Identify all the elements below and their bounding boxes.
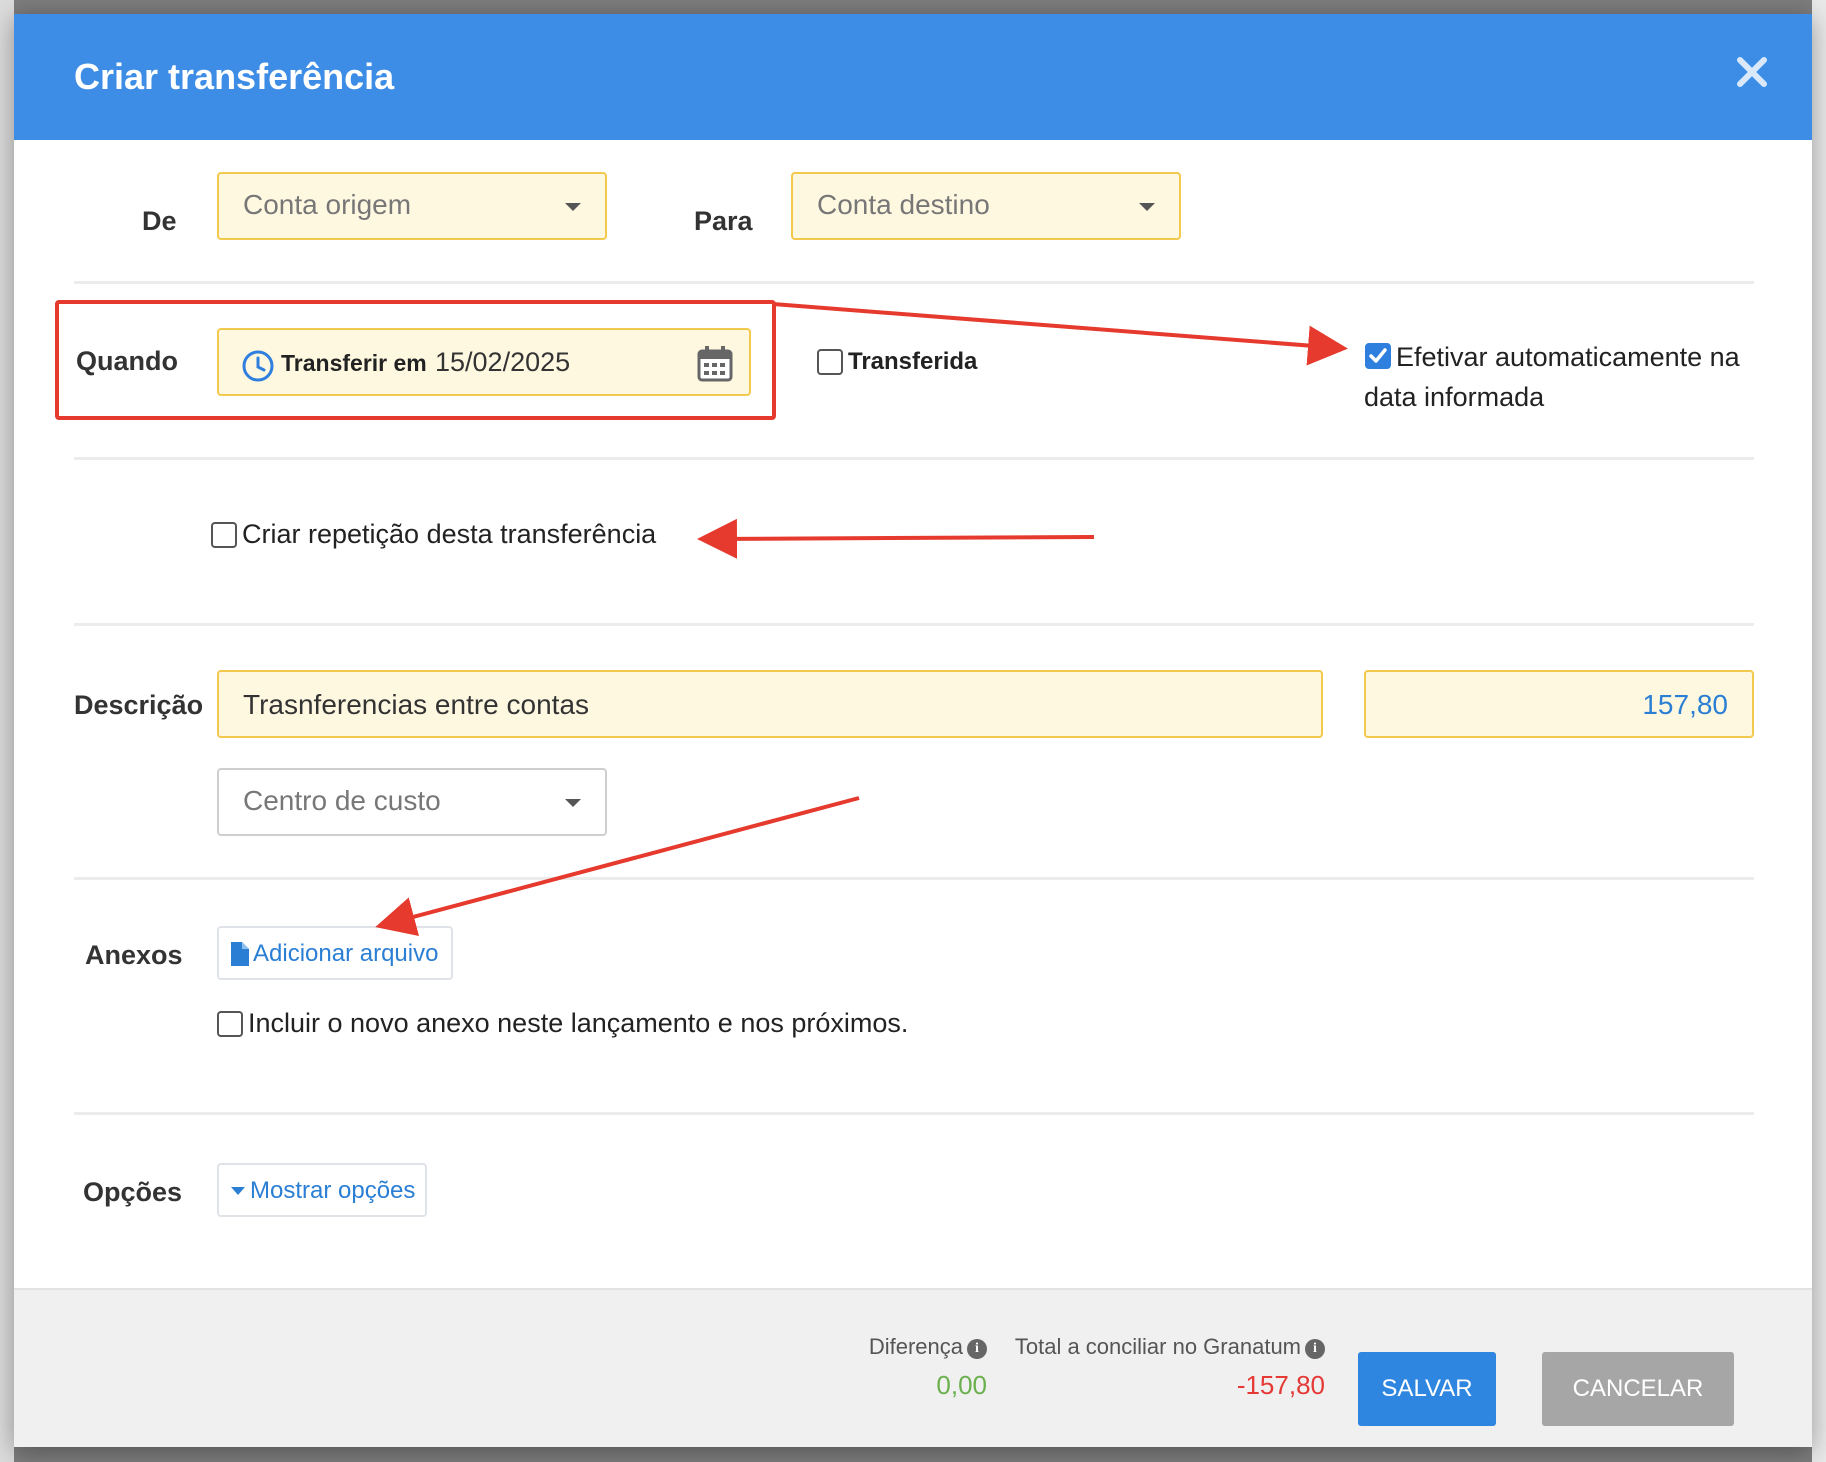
amount-input[interactable]: 157,80 xyxy=(1364,670,1754,738)
divider xyxy=(74,877,1754,880)
difference-summary: Diferença i 0,00 xyxy=(869,1334,987,1401)
auto-execute-label-line2: data informada xyxy=(1364,382,1545,412)
info-icon[interactable]: i xyxy=(1305,1339,1325,1359)
to-account-select[interactable]: Conta destino xyxy=(791,172,1181,240)
dialog-footer: Diferença i 0,00 Total a conciliar no Gra… xyxy=(14,1288,1812,1447)
background-app-left-edge xyxy=(0,0,14,1462)
divider xyxy=(74,457,1754,460)
auto-execute-checkbox[interactable] xyxy=(1365,343,1391,369)
from-account-select[interactable]: Conta origem xyxy=(217,172,607,240)
background-app-right-edge xyxy=(1812,0,1826,1462)
info-icon[interactable]: i xyxy=(967,1339,987,1359)
transfer-date-prefix: Transferir em xyxy=(281,350,427,376)
auto-execute-label-line1: Efetivar automaticamente na xyxy=(1396,342,1740,372)
from-label: De xyxy=(142,206,177,236)
transfer-date-field[interactable]: Transferir em 15/02/2025 xyxy=(217,328,751,396)
include-attachment-checkbox[interactable] xyxy=(217,1011,243,1037)
from-account-placeholder: Conta origem xyxy=(243,189,412,220)
to-label: Para xyxy=(694,206,753,236)
repeat-checkbox[interactable] xyxy=(211,522,237,548)
transferred-checkbox[interactable] xyxy=(817,349,843,375)
description-value: Trasnferencias entre contas xyxy=(243,689,590,720)
add-file-button[interactable]: Adicionar arquivo xyxy=(217,926,453,980)
close-icon[interactable] xyxy=(1732,52,1772,92)
clock-icon xyxy=(241,349,275,390)
to-account-placeholder: Conta destino xyxy=(817,189,990,220)
difference-label: Diferença xyxy=(868,1334,963,1359)
add-file-label: Adicionar arquivo xyxy=(253,940,439,967)
include-attachment-label: Incluir o novo anexo neste lançamento e … xyxy=(248,1008,909,1038)
attachments-label: Anexos xyxy=(85,940,183,970)
show-options-label: Mostrar opções xyxy=(250,1177,416,1204)
checkmark-icon xyxy=(1369,348,1387,363)
calendar-icon[interactable] xyxy=(697,344,733,389)
transfer-date-value: 15/02/2025 xyxy=(435,347,571,377)
dialog-header: Criar transferência xyxy=(14,14,1812,140)
divider xyxy=(74,281,1754,284)
create-transfer-dialog: Criar transferência De Conta origem Para… xyxy=(14,14,1812,1447)
save-button[interactable]: SALVAR xyxy=(1358,1352,1496,1426)
divider xyxy=(74,623,1754,626)
cancel-button[interactable]: CANCELAR xyxy=(1542,1352,1734,1426)
difference-value: 0,00 xyxy=(936,1370,987,1400)
dialog-title: Criar transferência xyxy=(74,56,395,97)
file-icon xyxy=(231,942,249,973)
when-label: Quando xyxy=(76,346,178,376)
divider xyxy=(74,1112,1754,1115)
description-input[interactable]: Trasnferencias entre contas xyxy=(217,670,1323,738)
transferred-label: Transferida xyxy=(848,348,978,375)
cost-center-placeholder: Centro de custo xyxy=(243,785,441,816)
total-value: -157,80 xyxy=(1236,1370,1325,1400)
caret-down-icon xyxy=(231,1187,245,1195)
show-options-button[interactable]: Mostrar opções xyxy=(217,1163,427,1217)
total-summary: Total a conciliar no Granatum i -157,80 xyxy=(1015,1334,1325,1401)
caret-down-icon xyxy=(565,203,581,211)
caret-down-icon xyxy=(565,799,581,807)
total-label: Total a conciliar no Granatum xyxy=(1014,1334,1301,1359)
repeat-label: Criar repetição desta transferência xyxy=(242,519,657,549)
caret-down-icon xyxy=(1139,203,1155,211)
cost-center-select[interactable]: Centro de custo xyxy=(217,768,607,836)
description-label: Descrição xyxy=(74,690,204,720)
amount-value: 157,80 xyxy=(1642,689,1728,720)
options-label: Opções xyxy=(83,1177,183,1207)
